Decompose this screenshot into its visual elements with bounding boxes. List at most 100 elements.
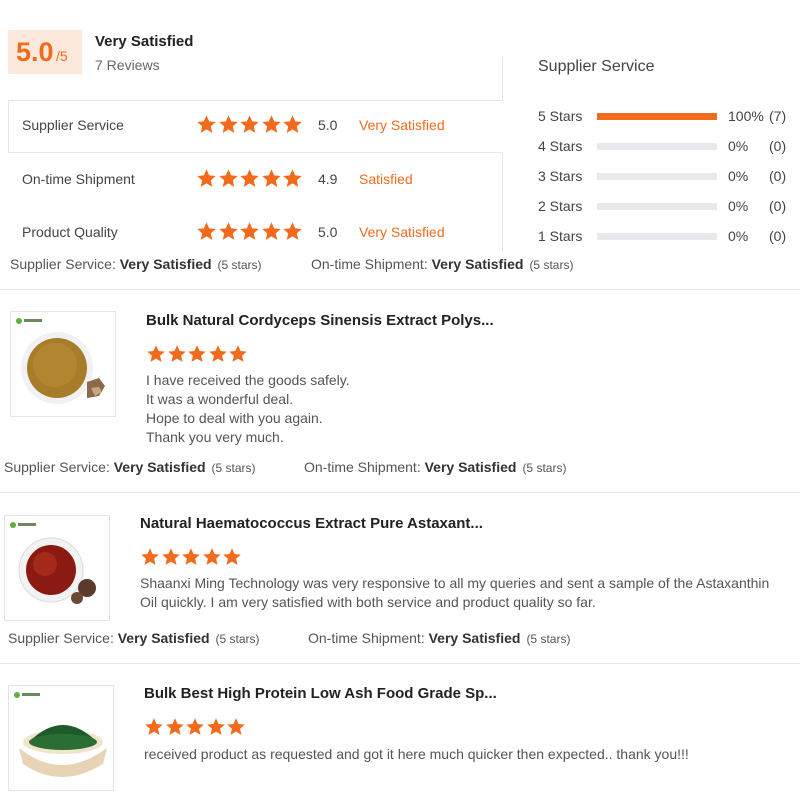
- review-line: I have received the goods safely.: [146, 372, 350, 388]
- divider: [0, 289, 800, 290]
- shipment-label: On-time Shipment:: [308, 630, 425, 646]
- rating-text: Very Satisfied: [359, 224, 445, 240]
- review-line: Oil quickly. I am very satisfied with bo…: [140, 594, 596, 610]
- distribution-label: 2 Stars: [538, 198, 583, 214]
- supplier-service-value: Very Satisfied: [113, 459, 206, 475]
- distribution-percent: 100%: [728, 108, 764, 124]
- star-icon: [146, 344, 166, 364]
- supplier-service-value: Very Satisfied: [117, 630, 210, 646]
- summary-service-line: Supplier Service: Very Satisfied (5 stars…: [10, 256, 262, 272]
- rating-stars: [196, 168, 304, 189]
- star-icon: [196, 221, 217, 242]
- summary-shipment-line: On-time Shipment: Very Satisfied (5 stars…: [311, 256, 573, 272]
- supplier-service-value: Very Satisfied: [119, 256, 212, 272]
- rating-label: Supplier Service: [22, 117, 124, 133]
- star-icon: [144, 717, 164, 737]
- star-icon: [239, 221, 260, 242]
- rating-score: 5.0: [318, 117, 338, 133]
- distribution-label: 3 Stars: [538, 168, 583, 184]
- star-icon: [202, 547, 222, 567]
- review-line: received product as requested and got it…: [144, 746, 689, 762]
- supplier-service-label: Supplier Service:: [8, 630, 114, 646]
- review-count[interactable]: 7 Reviews: [95, 57, 160, 73]
- rating-label: On-time Shipment: [22, 171, 135, 187]
- distribution-percent: 0%: [728, 168, 749, 184]
- divider: [8, 100, 503, 101]
- review-stars: [144, 717, 247, 737]
- review-shipment: On-time Shipment: Very Satisfied (5 stars…: [304, 459, 566, 475]
- supplier-service-stars: (5 stars): [215, 632, 260, 646]
- star-icon: [140, 547, 160, 567]
- star-icon: [218, 114, 239, 135]
- supplier-service-stars: (5 stars): [211, 461, 256, 475]
- star-icon: [165, 717, 185, 737]
- distribution-bar: [597, 233, 717, 240]
- overall-score-badge: 5.0 /5: [8, 30, 82, 74]
- review-product-title[interactable]: Natural Haematococcus Extract Pure Astax…: [140, 515, 483, 532]
- star-icon: [218, 168, 239, 189]
- star-icon: [187, 344, 207, 364]
- overall-score-max: /5: [56, 48, 68, 64]
- shipment-stars: (5 stars): [529, 258, 574, 272]
- distribution-label: 4 Stars: [538, 138, 583, 154]
- product-thumbnail[interactable]: [10, 311, 116, 417]
- divider: [8, 152, 503, 153]
- star-icon: [222, 547, 242, 567]
- spirulina-powder-image: [14, 692, 107, 777]
- astaxanthin-oil-image: [10, 522, 96, 604]
- distribution-label: 1 Stars: [538, 228, 583, 244]
- divider: [502, 57, 503, 100]
- star-icon: [239, 114, 260, 135]
- product-thumbnail[interactable]: [8, 685, 114, 791]
- review-line: Thank you very much.: [146, 429, 284, 445]
- supplier-service-label: Supplier Service:: [4, 459, 110, 475]
- shipment-value: Very Satisfied: [431, 256, 524, 272]
- distribution-bar: [597, 173, 717, 180]
- rating-label: Product Quality: [22, 224, 118, 240]
- star-icon: [261, 168, 282, 189]
- divider: [502, 152, 503, 252]
- distribution-count: (0): [769, 168, 787, 184]
- review-supplier-service: Supplier Service: Very Satisfied (5 stars…: [8, 630, 260, 646]
- star-icon: [206, 717, 226, 737]
- rating-score: 5.0: [318, 224, 338, 240]
- divider: [0, 492, 800, 493]
- supplier-service-label: Supplier Service:: [10, 256, 116, 272]
- distribution-percent: 0%: [728, 228, 749, 244]
- star-icon: [208, 344, 228, 364]
- shipment-value: Very Satisfied: [424, 459, 517, 475]
- star-icon: [282, 114, 303, 135]
- distribution-percent: 0%: [728, 198, 749, 214]
- rating-stars: [196, 221, 304, 242]
- product-thumbnail[interactable]: [4, 515, 110, 621]
- star-icon: [185, 717, 205, 737]
- star-icon: [167, 344, 187, 364]
- star-icon: [218, 221, 239, 242]
- shipment-value: Very Satisfied: [428, 630, 521, 646]
- rating-text: Satisfied: [359, 171, 413, 187]
- review-product-title[interactable]: Bulk Best High Protein Low Ash Food Grad…: [144, 685, 497, 702]
- distribution-count: (0): [769, 198, 787, 214]
- star-icon: [161, 547, 181, 567]
- star-icon: [261, 221, 282, 242]
- review-text: received product as requested and got it…: [144, 745, 689, 764]
- star-icon: [282, 168, 303, 189]
- rating-stars: [196, 114, 304, 135]
- review-product-title[interactable]: Bulk Natural Cordyceps Sinensis Extract …: [146, 312, 494, 329]
- distribution-count: (0): [769, 138, 787, 154]
- distribution-percent: 0%: [728, 138, 749, 154]
- rating-text: Very Satisfied: [359, 117, 445, 133]
- review-text: I have received the goods safely. It was…: [146, 371, 350, 447]
- star-icon: [239, 168, 260, 189]
- review-stars: [146, 344, 249, 364]
- overall-rating-label: Very Satisfied: [95, 33, 194, 50]
- review-line: Hope to deal with you again.: [146, 410, 323, 426]
- cordyceps-powder-image: [16, 318, 105, 404]
- star-icon: [228, 344, 248, 364]
- star-icon: [261, 114, 282, 135]
- shipment-label: On-time Shipment:: [304, 459, 421, 475]
- distribution-count: (7): [769, 108, 787, 124]
- overall-score: 5.0: [16, 37, 54, 67]
- distribution-bar-fill: [597, 113, 717, 120]
- supplier-service-stars: (5 stars): [217, 258, 262, 272]
